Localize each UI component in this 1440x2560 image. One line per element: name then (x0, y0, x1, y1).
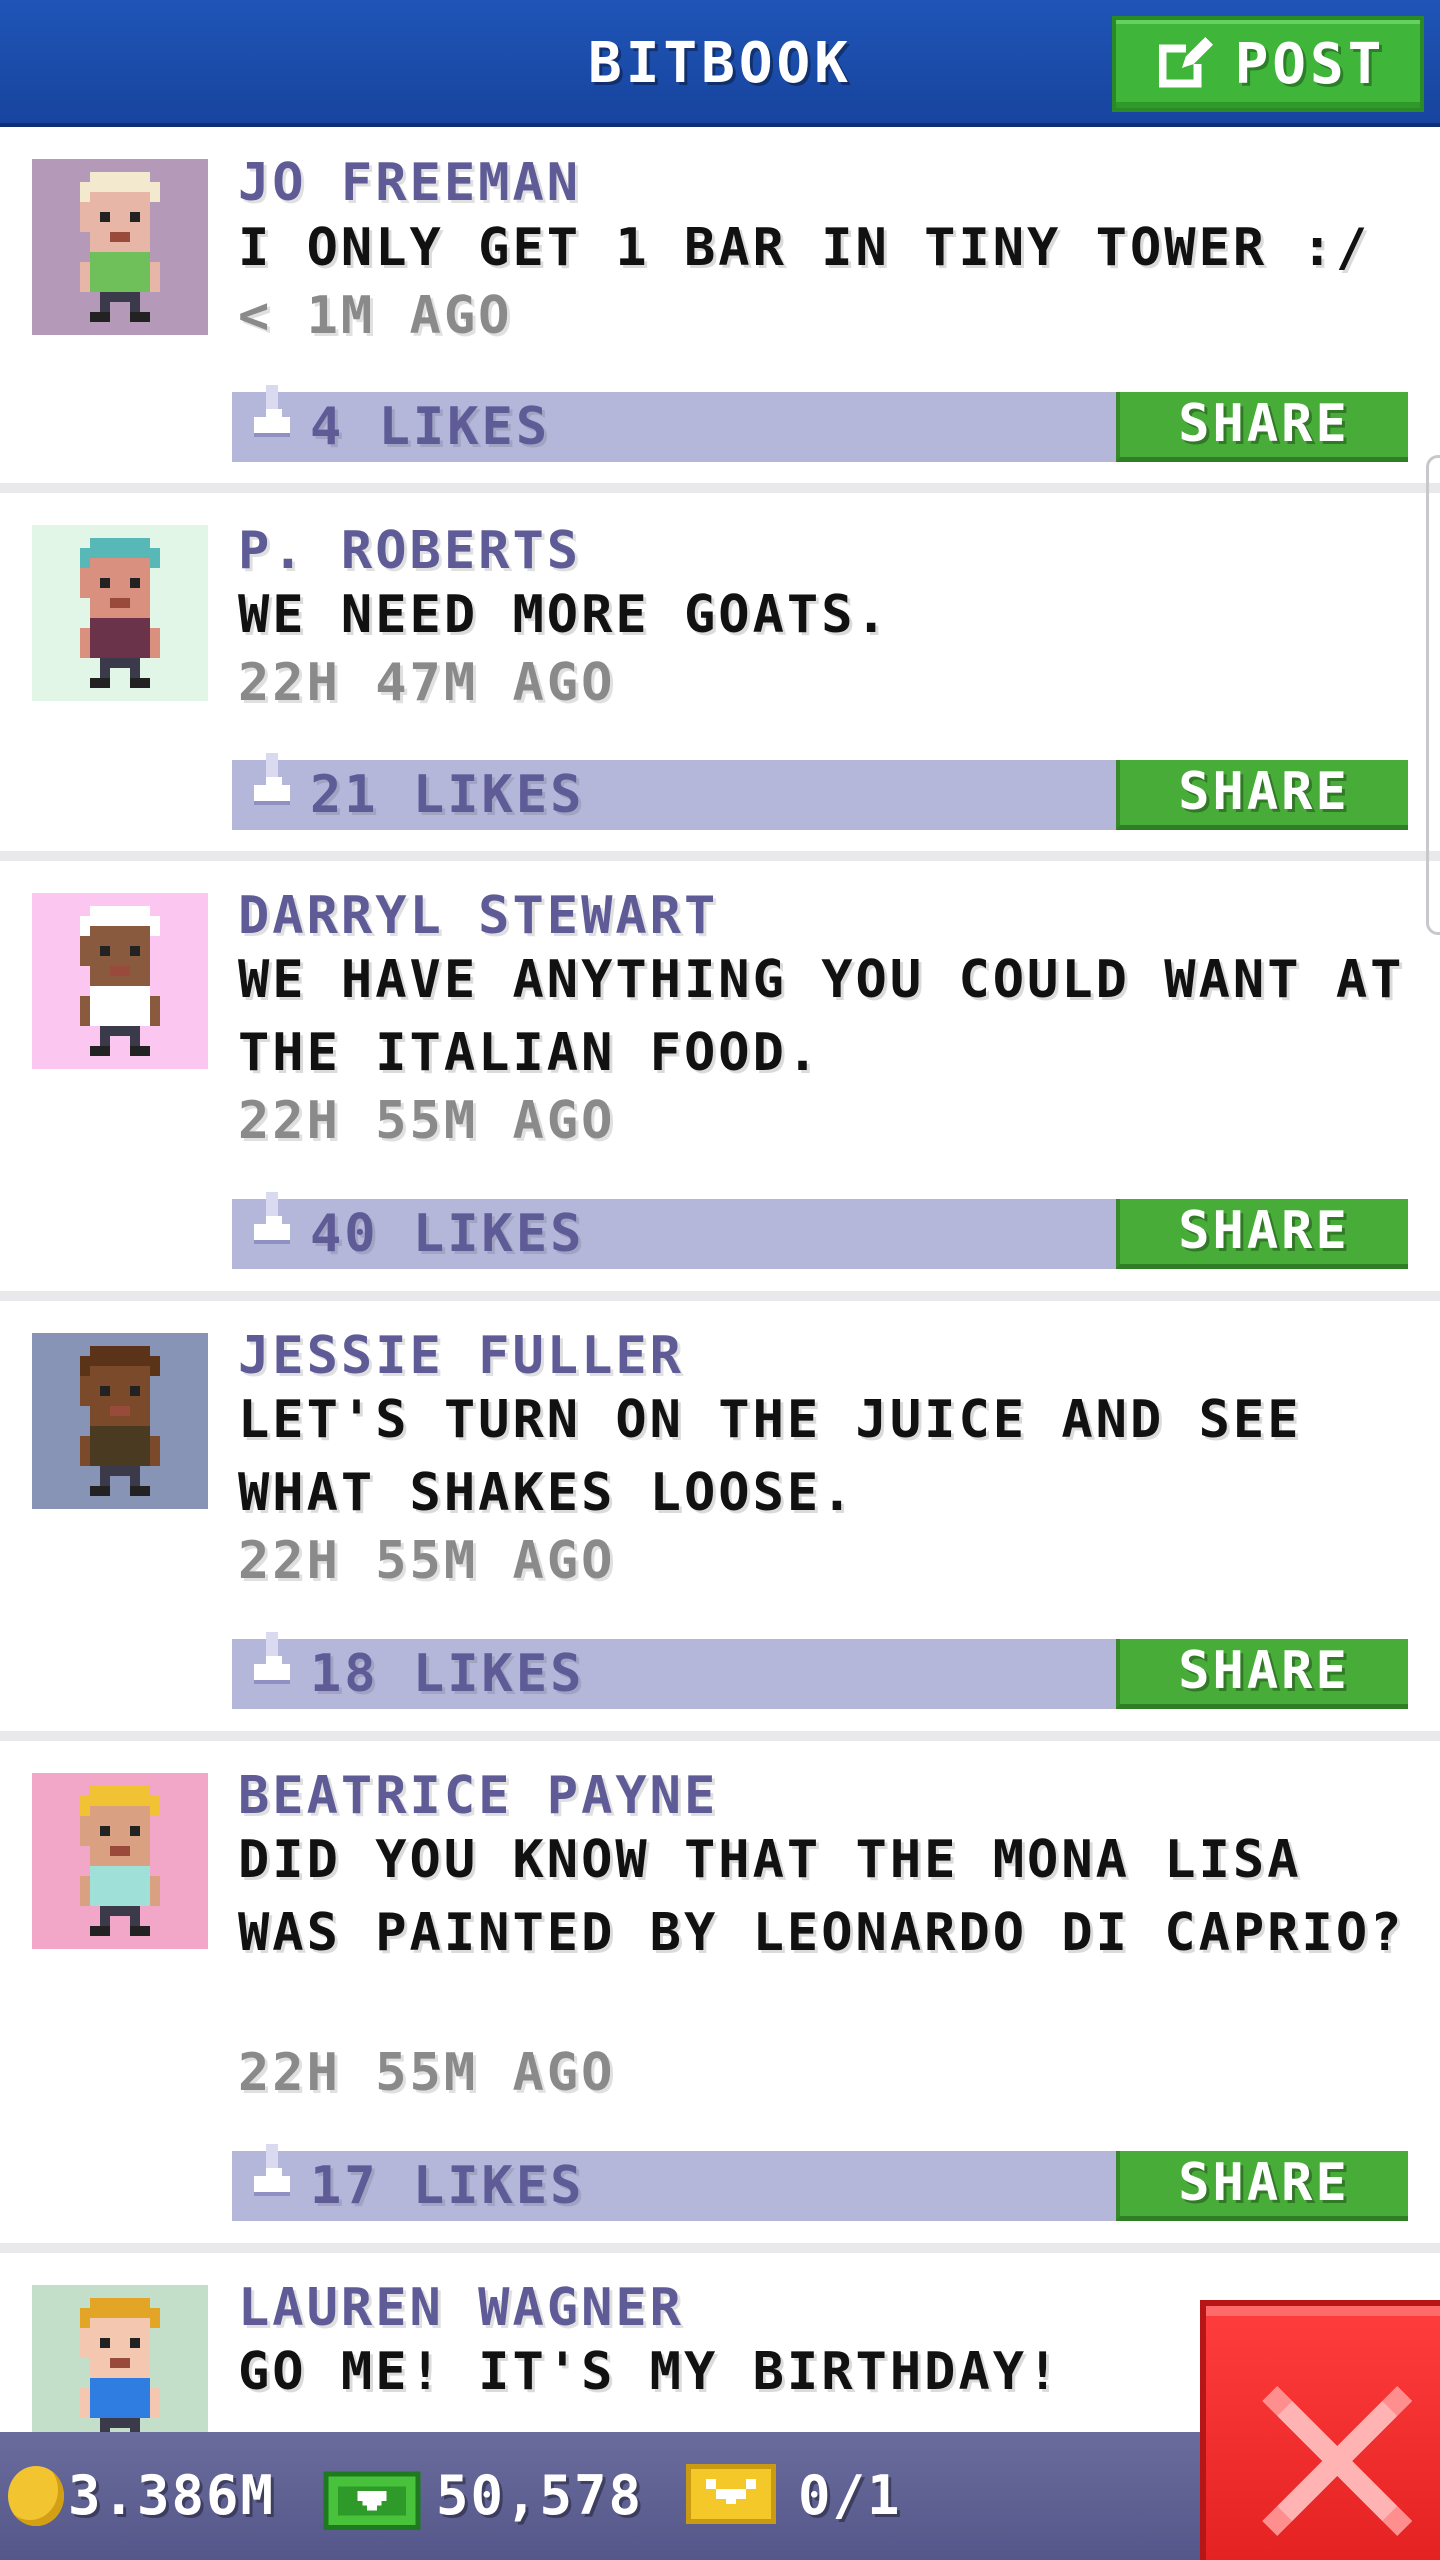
avatar (32, 1333, 208, 1509)
bux-amount: 0/1 (798, 2464, 902, 2527)
share-button[interactable]: SHARE (1116, 2151, 1408, 2221)
author-name[interactable]: P. ROBERTS (238, 521, 581, 581)
avatar (32, 159, 208, 335)
post-message: WE NEED MORE GOATS. (238, 585, 890, 645)
share-button[interactable]: SHARE (1116, 392, 1408, 462)
thumbs-up-icon (254, 2144, 290, 2196)
thumbs-up-icon (254, 1632, 290, 1684)
cash-amount: 50,578 (436, 2464, 644, 2527)
post-time: 22H 47M AGO (238, 653, 616, 713)
person-icon (80, 1786, 160, 1936)
like-bar[interactable]: 18 LIKES SHARE (232, 1632, 1408, 1709)
close-icon (1262, 2386, 1412, 2536)
edit-icon (1158, 36, 1213, 88)
avatar (32, 893, 208, 1069)
cash-icon (323, 2471, 421, 2530)
post-message: LET'S TURN ON THE JUICE AND SEE WHAT SHA… (238, 1390, 1302, 1523)
author-name[interactable]: DARRYL STEWART (238, 886, 718, 946)
post-message: DID YOU KNOW THAT THE MONA LISA WAS PAIN… (238, 1830, 1405, 1963)
post-card: JESSIE FULLER LET'S TURN ON THE JUICE AN… (0, 1301, 1440, 1741)
person-icon (80, 906, 160, 1056)
scrollbar-thumb[interactable] (1426, 455, 1440, 935)
likes-count: 17 LIKES (310, 2156, 585, 2216)
post-card: JO FREEMAN I ONLY GET 1 BAR IN TINY TOWE… (0, 131, 1440, 493)
thumbs-up-icon (254, 1192, 290, 1244)
like-bar[interactable]: 21 LIKES SHARE (232, 753, 1408, 830)
avatar (32, 525, 208, 701)
author-name[interactable]: BEATRICE PAYNE (238, 1766, 718, 1826)
top-bar: BITBOOK POST (0, 0, 1440, 127)
likes-count: 21 LIKES (310, 765, 585, 825)
author-name[interactable]: LAUREN WAGNER (238, 2278, 684, 2338)
like-bar[interactable]: 40 LIKES SHARE (232, 1192, 1408, 1269)
person-icon (80, 1346, 160, 1496)
thumbs-up-icon (254, 753, 290, 805)
coins-amount: 3.386M (68, 2464, 276, 2527)
post-time: < 1M AGO (238, 286, 513, 346)
like-bar[interactable]: 17 LIKES SHARE (232, 2144, 1408, 2221)
close-button[interactable] (1200, 2300, 1440, 2560)
post-button[interactable]: POST (1112, 16, 1424, 112)
post-message: WE HAVE ANYTHING YOU COULD WANT AT THE I… (238, 950, 1405, 1083)
author-name[interactable]: JO FREEMAN (238, 153, 581, 213)
post-message: I ONLY GET 1 BAR IN TINY TOWER :/ (238, 218, 1371, 278)
post-card: DARRYL STEWART WE HAVE ANYTHING YOU COUL… (0, 861, 1440, 1301)
avatar (32, 1773, 208, 1949)
post-card: BEATRICE PAYNE DID YOU KNOW THAT THE MON… (0, 1741, 1440, 2253)
share-button[interactable]: SHARE (1116, 1639, 1408, 1709)
thumbs-up-icon (254, 385, 290, 437)
coin-icon (8, 2466, 64, 2526)
likes-count: 18 LIKES (310, 1644, 585, 1704)
person-icon (80, 538, 160, 688)
share-button[interactable]: SHARE (1116, 1199, 1408, 1269)
like-bar[interactable]: 4 LIKES SHARE (232, 385, 1408, 462)
post-time: 22H 55M AGO (238, 1531, 616, 1591)
post-time: 22H 55M AGO (238, 1091, 616, 1151)
author-name[interactable]: JESSIE FULLER (238, 1326, 684, 1386)
ticket-icon (686, 2464, 776, 2524)
likes-count: 4 LIKES (310, 397, 551, 457)
post-label: POST (1234, 31, 1386, 97)
person-icon (80, 2298, 160, 2448)
share-button[interactable]: SHARE (1116, 760, 1408, 830)
post-time: 22H 55M AGO (238, 2043, 616, 2103)
post-card: P. ROBERTS WE NEED MORE GOATS. 22H 47M A… (0, 493, 1440, 861)
likes-count: 40 LIKES (310, 1204, 585, 1264)
person-icon (80, 172, 160, 322)
